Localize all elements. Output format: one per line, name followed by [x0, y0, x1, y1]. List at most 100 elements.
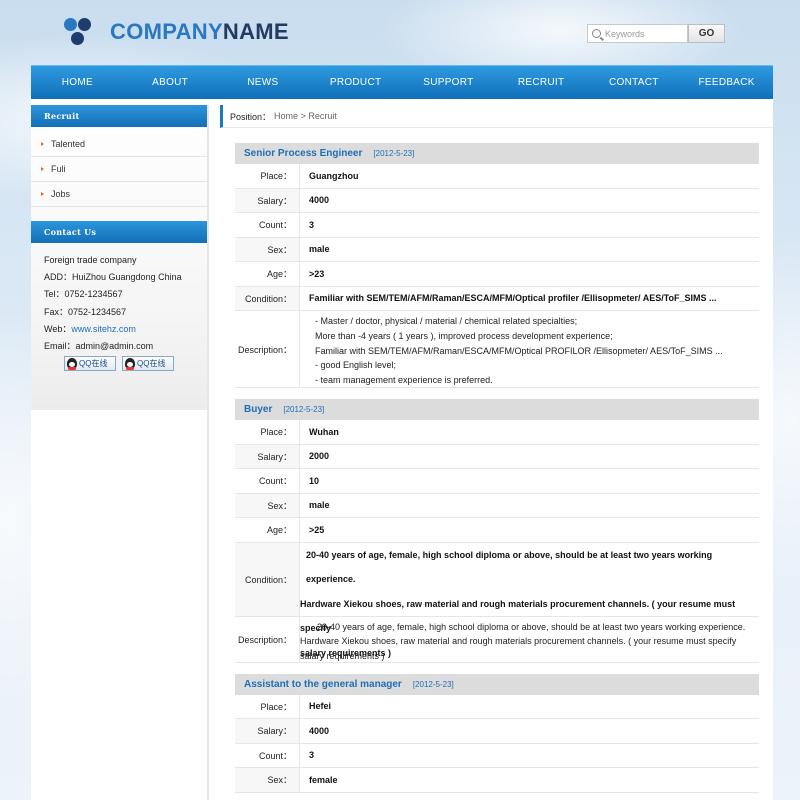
contact-company: Foreign trade company — [44, 255, 137, 265]
bullet-icon — [41, 167, 44, 171]
sidebar-item-label: Fuli — [51, 164, 66, 174]
logo-name: NAME — [222, 19, 289, 44]
sidebar-item-label: Talented — [51, 139, 86, 149]
description-line: - team management experience is preferre… — [315, 375, 493, 386]
contact-web-link[interactable]: www.sitehz.com — [71, 324, 136, 334]
condition-label: Condition： — [235, 542, 300, 616]
description-label: Description： — [235, 311, 300, 387]
salary-value: 4000 — [309, 195, 330, 206]
job-row: Place： Wuhan — [235, 420, 759, 445]
search-input[interactable] — [605, 28, 685, 39]
job-row: Age： >23 — [235, 262, 759, 287]
contact-web: Web：www.sitehz.com — [44, 323, 136, 334]
count-label: Count： — [235, 743, 300, 767]
bullet-icon — [41, 192, 44, 196]
job-title[interactable]: Senior Process Engineer — [244, 148, 362, 159]
contact-fax: Fax：0752-1234567 — [44, 306, 127, 317]
qq-online-button[interactable]: QQ在线 — [64, 356, 116, 372]
contact-address: ADD：HuiZhou Guangdong China — [44, 272, 182, 283]
job-row: Salary： 4000 — [235, 719, 759, 744]
job-title[interactable]: Assistant to the general manager — [244, 679, 402, 690]
nav-support[interactable]: SUPPORT — [402, 66, 495, 99]
salary-value: 2000 — [309, 451, 330, 462]
description-line: - Master / doctor, physical / material /… — [315, 316, 578, 326]
job-date: [2012-5-23] — [412, 679, 454, 689]
nav-recruit[interactable]: RECRUIT — [495, 66, 588, 99]
description-line: - good English level; — [315, 360, 397, 371]
job-row: Condition： 20-40 years of age, female, h… — [235, 542, 759, 658]
sidebar: Recruit Talented Fuli Jobs Contact Us Fo… — [31, 105, 207, 410]
company-logo[interactable]: COMPANYNAME — [64, 17, 289, 47]
nav-contact[interactable]: CONTACT — [588, 66, 681, 99]
count-value: 3 — [309, 219, 315, 230]
contact-info: Foreign trade company ADD：HuiZhou Guangd… — [31, 243, 207, 372]
description-value: - Master / doctor, physical / material /… — [300, 311, 759, 387]
content-panel: Recruit Talented Fuli Jobs Contact Us Fo… — [31, 99, 773, 800]
qq-online-button[interactable]: QQ在线 — [122, 356, 174, 372]
search-icon — [592, 29, 601, 38]
job-date: [2012-5-23] — [283, 405, 325, 414]
sex-label: Sex： — [235, 768, 300, 792]
job-listing: Senior Process Engineer [2012-5-23] Plac… — [235, 143, 759, 388]
age-label: Age： — [235, 518, 300, 542]
job-header: Assistant to the general manager [2012-5… — [235, 673, 759, 695]
description-label: Description： — [235, 616, 300, 662]
condition-value: Familiar with SEM/TEM/AFM/Raman/ESCA/MFM… — [309, 293, 717, 304]
place-label: Place： — [235, 694, 300, 718]
salary-label: Salary： — [235, 719, 300, 743]
breadcrumb: Position： Home > Recruit — [220, 105, 773, 128]
salary-label: Salary： — [235, 444, 300, 468]
logo-company: COMPANY — [110, 19, 223, 44]
job-listing: Buyer [2012-5-23] Place： Wuhan Salary： 200… — [235, 399, 759, 663]
contact-heading: Contact Us — [31, 221, 207, 243]
sex-value: male — [309, 244, 330, 255]
nav-news[interactable]: NEWS — [217, 66, 310, 99]
sex-label: Sex： — [235, 237, 300, 261]
job-row: Count： 3 — [235, 743, 759, 768]
description-value: 20-40 years of age, female, high school … — [300, 621, 746, 662]
breadcrumb-path: Home > Recruit — [274, 111, 337, 121]
job-row: Count： 3 — [235, 213, 759, 238]
job-row: Age： >25 — [235, 518, 759, 543]
breadcrumb-home[interactable]: Home — [274, 111, 298, 121]
recruit-heading: Recruit — [31, 105, 207, 127]
count-label: Count： — [235, 213, 300, 237]
job-row: Sex： male — [235, 493, 759, 518]
place-label: Place： — [235, 164, 300, 188]
job-list: Senior Process Engineer [2012-5-23] Plac… — [235, 143, 759, 800]
count-value: 3 — [309, 750, 315, 761]
nav-feedback[interactable]: FEEDBACK — [680, 66, 773, 99]
job-row: Sex： male — [235, 237, 759, 262]
place-label: Place： — [235, 420, 300, 444]
sidebar-item-jobs[interactable]: Jobs — [31, 182, 207, 207]
sex-label: Sex： — [235, 493, 300, 517]
sidebar-item-fuli[interactable]: Fuli — [31, 157, 207, 182]
search-bar: GO — [587, 24, 725, 43]
count-label: Count： — [235, 469, 300, 493]
sex-value: male — [309, 500, 330, 511]
job-header: Buyer [2012-5-23] — [235, 399, 759, 420]
search-box[interactable] — [587, 24, 688, 43]
contact-tel: Tel：0752-1234567 — [44, 289, 123, 300]
condition-value: 20-40 years of age, female, high school … — [300, 543, 759, 658]
qq-buttons: QQ在线 QQ在线 — [44, 356, 207, 372]
job-title[interactable]: Buyer — [244, 404, 272, 415]
logo-icon — [64, 17, 100, 47]
breadcrumb-label: Position： — [230, 111, 272, 122]
job-date: [2012-5-23] — [373, 149, 415, 158]
place-value: Guangzhou — [309, 170, 359, 181]
bullet-icon — [41, 142, 44, 146]
sidebar-item-label: Jobs — [51, 189, 71, 199]
salary-label: Salary： — [235, 188, 300, 212]
nav-about[interactable]: ABOUT — [124, 66, 217, 99]
job-row: Sex： female — [235, 768, 759, 793]
job-row: Count： 10 — [235, 469, 759, 494]
sidebar-item-talented[interactable]: Talented — [31, 132, 207, 157]
go-button[interactable]: GO — [688, 24, 725, 43]
nav-home[interactable]: HOME — [31, 66, 124, 99]
job-row: Salary： 4000 — [235, 188, 759, 213]
job-row: Description： 20-40 years of age, female,… — [235, 616, 759, 663]
nav-product[interactable]: PRODUCT — [309, 66, 402, 99]
condition-label: Condition： — [235, 286, 300, 310]
salary-value: 4000 — [309, 725, 330, 736]
